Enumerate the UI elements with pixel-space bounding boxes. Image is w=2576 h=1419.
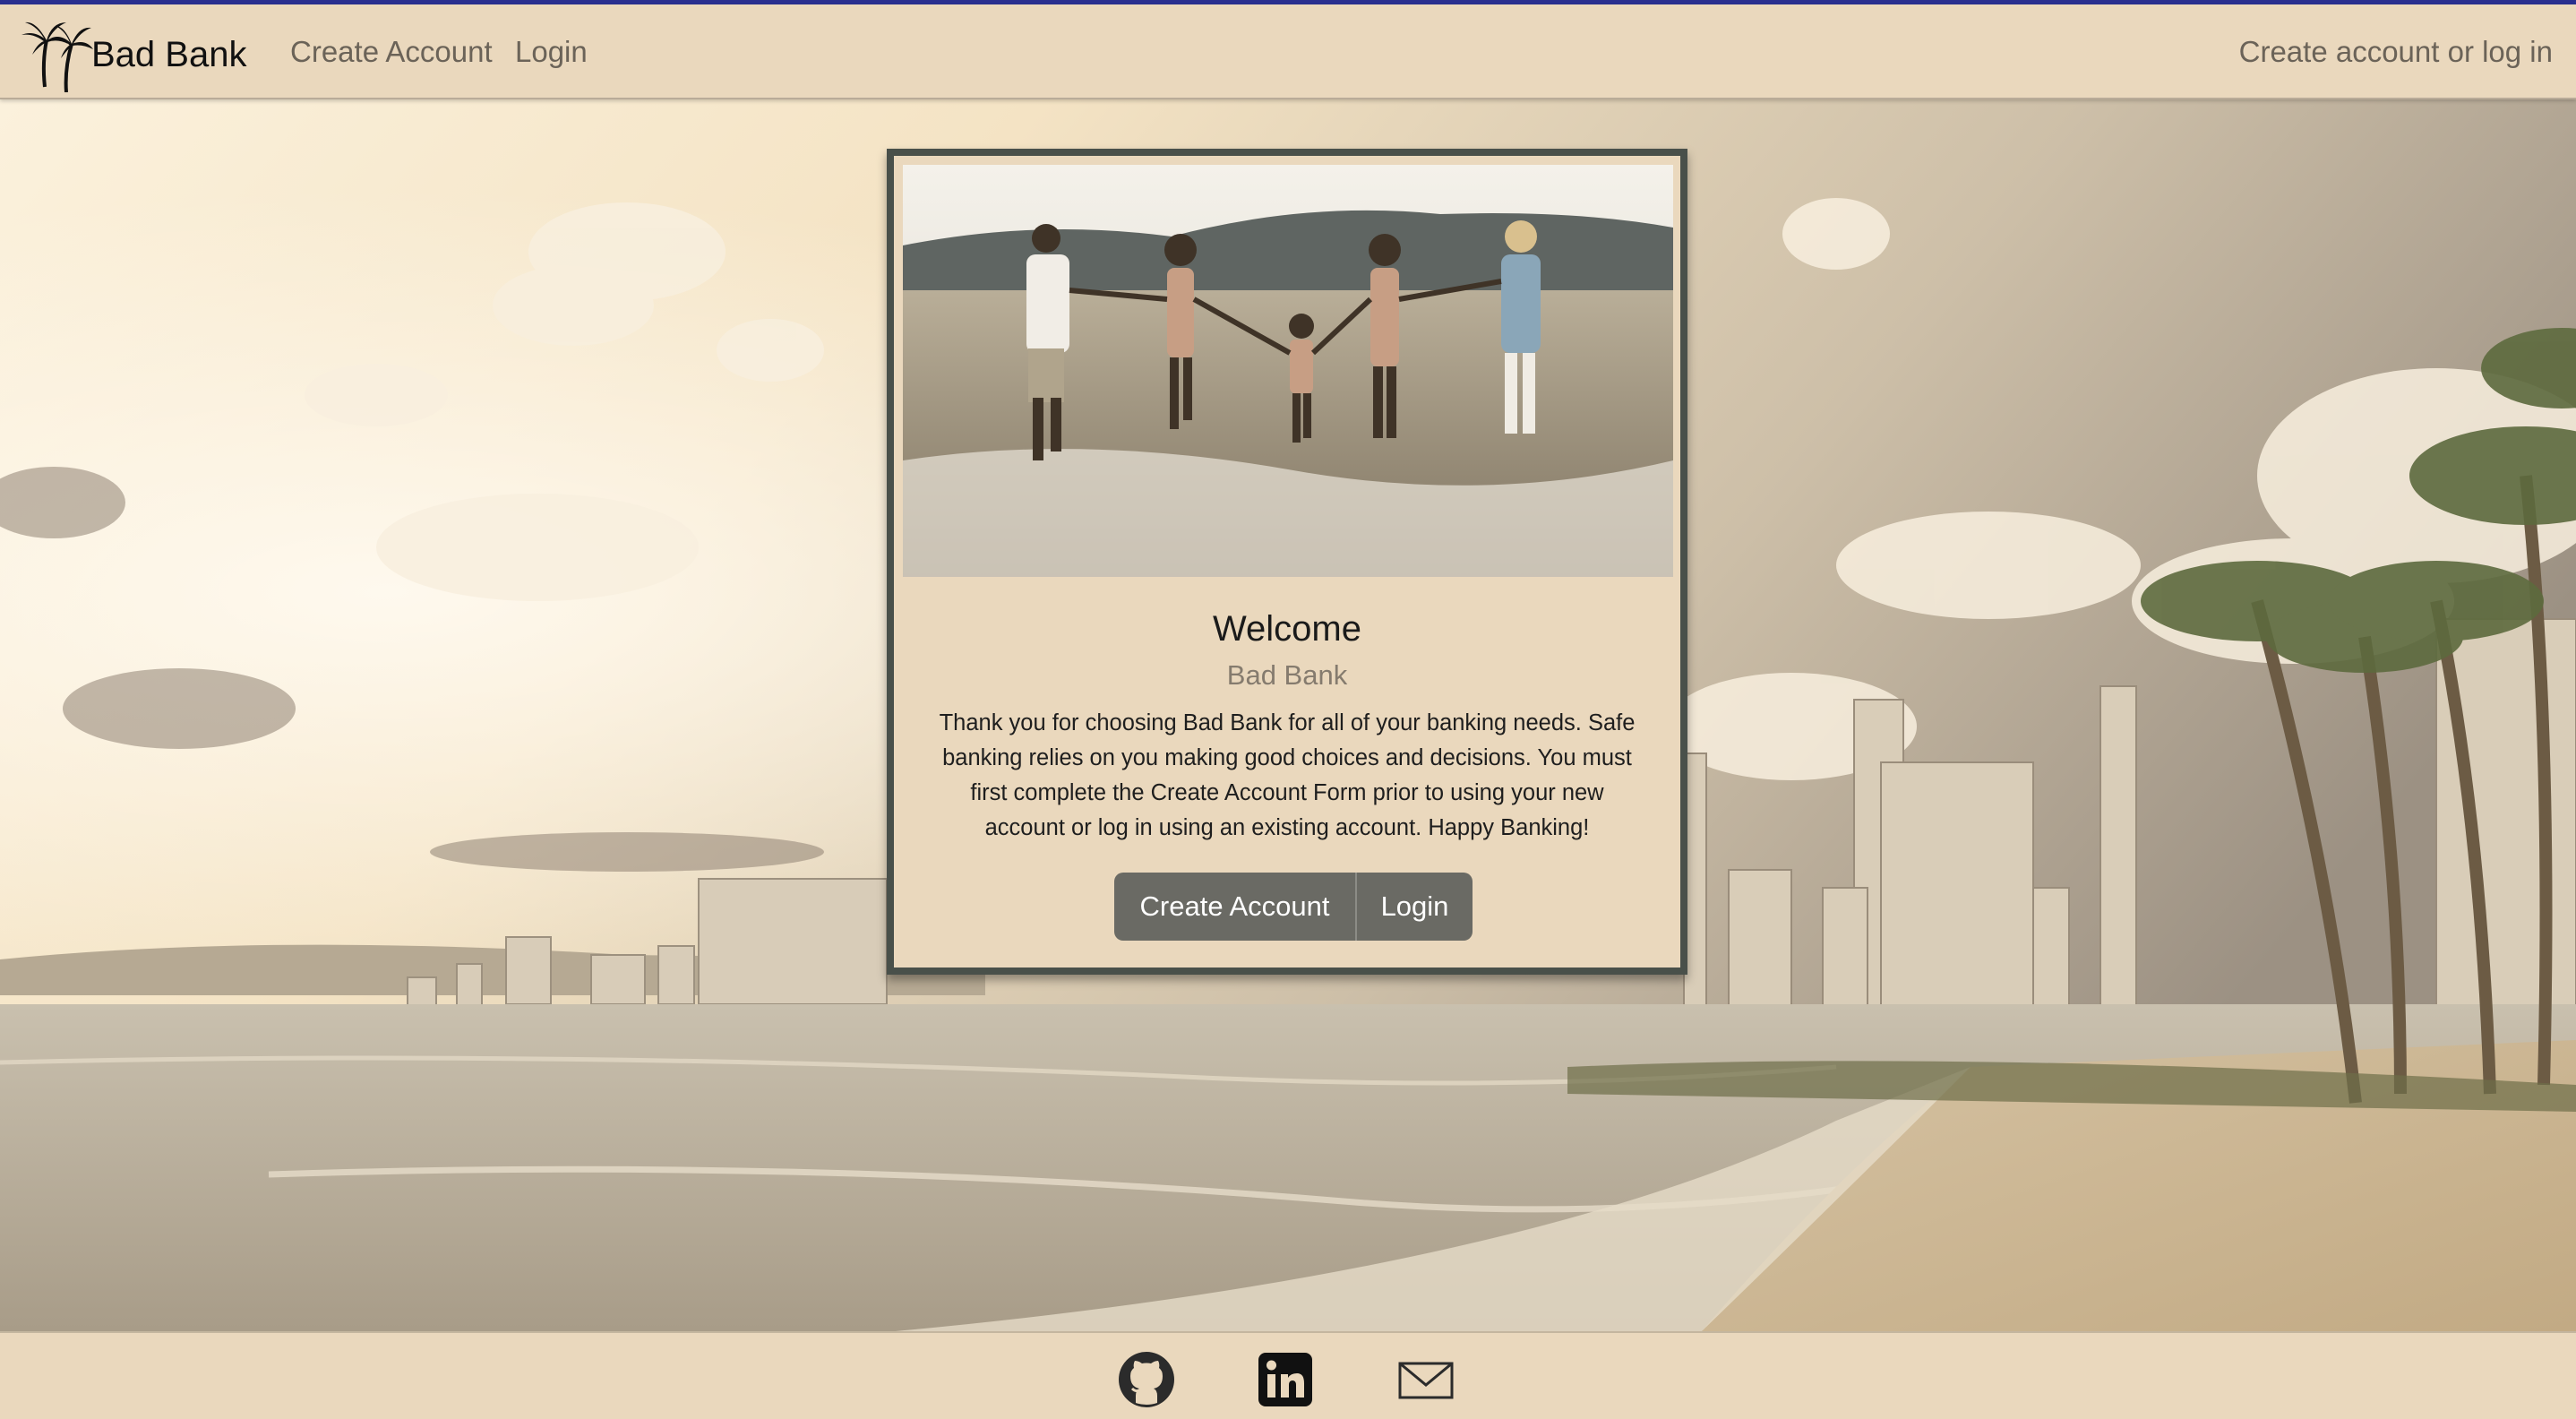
welcome-card: Welcome Bad Bank Thank you for choosing … — [887, 149, 1687, 975]
card-subtitle: Bad Bank — [1226, 659, 1348, 691]
nav-status-text: Create account or log in — [2238, 35, 2553, 68]
nav-login[interactable]: Login — [515, 35, 588, 69]
nav-create-account[interactable]: Create Account — [290, 35, 493, 69]
navbar: Bad Bank Create Account Login Create acc… — [0, 4, 2576, 99]
brand-name: Bad Bank — [91, 34, 247, 74]
login-button[interactable]: Login — [1357, 873, 1473, 941]
palm-trees-icon — [21, 22, 93, 92]
github-icon[interactable] — [1118, 1351, 1175, 1408]
linkedin-icon[interactable] — [1257, 1351, 1314, 1408]
create-account-button[interactable]: Create Account — [1114, 873, 1357, 941]
family-beach-photo — [903, 165, 1673, 577]
card-body-text: Thank you for choosing Bad Bank for all … — [939, 710, 1636, 840]
brand[interactable]: Bad Bank — [18, 17, 246, 92]
mail-icon[interactable] — [1397, 1351, 1455, 1408]
card-title: Welcome — [1213, 609, 1361, 649]
footer — [0, 1331, 2576, 1419]
card-button-group: Create Account Login — [1114, 873, 1473, 941]
